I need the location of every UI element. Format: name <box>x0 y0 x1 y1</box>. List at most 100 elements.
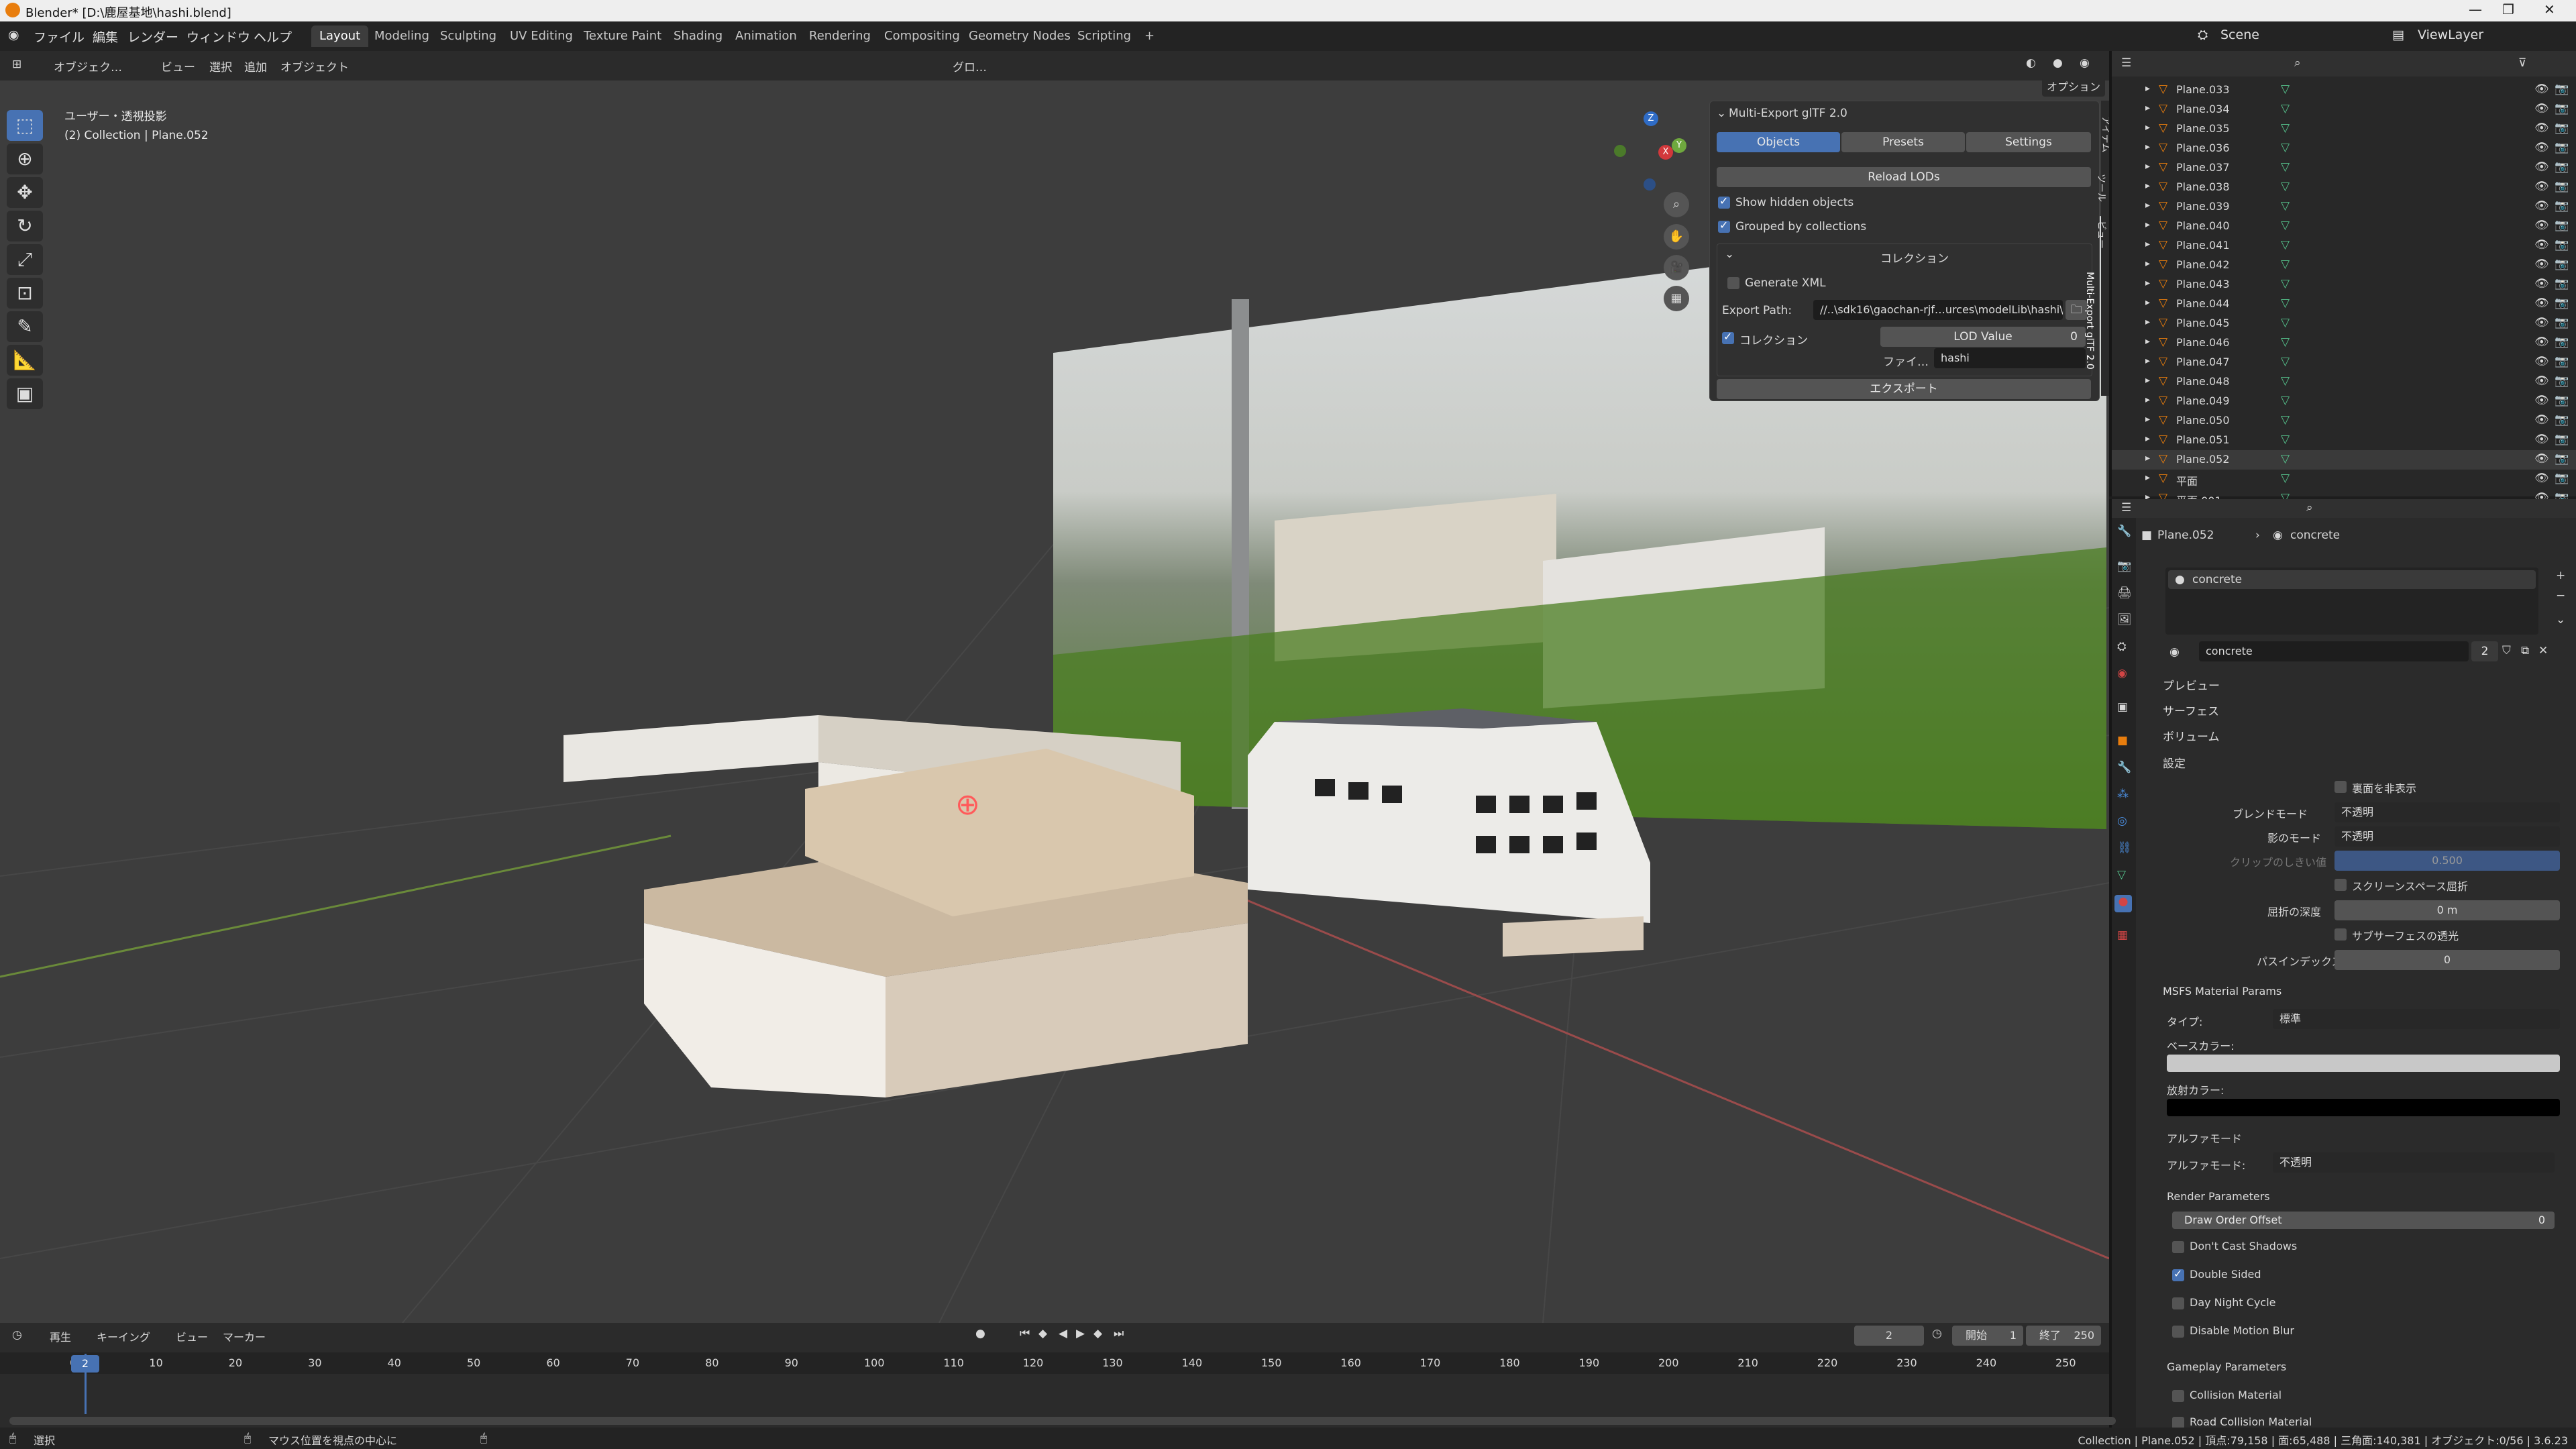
lod-value-field[interactable]: LOD Value 0 <box>1880 327 2086 347</box>
menu-select[interactable]: 選択 <box>209 58 232 74</box>
render-camera-icon[interactable]: 📷 <box>2555 102 2569 115</box>
section-volume[interactable]: ボリューム <box>2163 727 2220 744</box>
outliner-row[interactable]: ▸ ▽ Plane.050 ▽ 👁 📷 <box>2112 411 2576 431</box>
material-browse-icon[interactable]: ◉ <box>2169 645 2180 659</box>
outliner-row[interactable]: ▸ ▽ Plane.033 ▽ 👁 📷 <box>2112 80 2576 100</box>
annotate-icon[interactable]: ✎ <box>7 311 43 342</box>
outliner-row[interactable]: ▸ ▽ Plane.045 ▽ 👁 📷 <box>2112 314 2576 333</box>
outliner-search-icon[interactable]: ⌕ <box>2294 56 2301 70</box>
visibility-eye-icon[interactable]: 👁 <box>2534 355 2549 368</box>
prev-key-icon[interactable]: ◆ <box>1038 1327 1047 1340</box>
scale-icon[interactable]: ⤢ <box>7 244 43 275</box>
render-camera-icon[interactable]: 📷 <box>2555 374 2569 388</box>
export-path-input[interactable]: //..\sdk16\gaochan-rjf…urces\modelLib\ha… <box>1813 300 2063 320</box>
transform-orientation-selector[interactable]: グロ… <box>953 58 987 74</box>
visibility-eye-icon[interactable]: 👁 <box>2534 121 2549 135</box>
visibility-eye-icon[interactable]: 👁 <box>2534 199 2549 213</box>
expand-arrow-icon[interactable]: ▸ <box>2145 219 2150 230</box>
render-camera-icon[interactable]: 📷 <box>2555 238 2569 252</box>
expand-arrow-icon[interactable]: ▸ <box>2145 161 2150 172</box>
expand-arrow-icon[interactable]: ▸ <box>2145 103 2150 113</box>
visibility-eye-icon[interactable]: 👁 <box>2534 413 2549 427</box>
render-camera-icon[interactable]: 📷 <box>2555 180 2569 193</box>
select-box-icon[interactable]: ⬚ <box>7 110 43 141</box>
outliner-row[interactable]: ▸ ▽ Plane.047 ▽ 👁 📷 <box>2112 353 2576 372</box>
shading-render-icon[interactable]: ◉ <box>2080 56 2090 70</box>
data-tab-icon[interactable]: ▽ <box>2117 868 2126 881</box>
menu-help[interactable]: ヘルプ <box>254 28 292 46</box>
outliner-row[interactable]: ▸ ▽ Plane.041 ▽ 👁 📷 <box>2112 236 2576 256</box>
add-workspace-button[interactable]: + <box>1136 25 1163 47</box>
subsurface-checkbox[interactable] <box>2334 928 2347 941</box>
view-layer-selector[interactable]: ViewLayer <box>2418 28 2483 42</box>
tab-layout[interactable]: Layout <box>311 25 369 47</box>
emissive-color-swatch[interactable] <box>2167 1099 2560 1116</box>
render-camera-icon[interactable]: 📷 <box>2555 297 2569 310</box>
shadow-mode-select[interactable]: 不透明 <box>2334 826 2560 847</box>
texture-tab-icon[interactable]: ▦ <box>2117 928 2128 942</box>
playback-menu[interactable]: 再生 <box>50 1328 71 1344</box>
reload-lods-button[interactable]: Reload LODs <box>1717 167 2091 187</box>
render-camera-icon[interactable]: 📷 <box>2555 141 2569 154</box>
particles-tab-icon[interactable]: ⁂ <box>2117 788 2129 801</box>
visibility-eye-icon[interactable]: 👁 <box>2534 102 2549 115</box>
material-slot-row[interactable]: ● concrete <box>2168 570 2536 589</box>
output-tab-icon[interactable]: 🖨 <box>2117 586 2132 600</box>
scene-icon[interactable]: ⛭ <box>2198 28 2208 42</box>
duplicate-icon[interactable]: ⧉ <box>2521 644 2529 657</box>
play-reverse-icon[interactable]: ◀ <box>1059 1327 1067 1340</box>
visibility-eye-icon[interactable]: 👁 <box>2534 472 2549 485</box>
clip-threshold-field[interactable]: 0.500 <box>2334 851 2560 871</box>
unlink-icon[interactable]: ✕ <box>2538 644 2548 657</box>
tool-tab-icon[interactable]: 🔧 <box>2117 525 2131 538</box>
expand-arrow-icon[interactable]: ▸ <box>2145 278 2150 288</box>
modifier-tab-icon[interactable]: 🔧 <box>2117 761 2131 774</box>
gizmo-z-axis[interactable]: Z <box>1644 111 1658 126</box>
alpha-mode-select[interactable]: 不透明 <box>2273 1152 2555 1173</box>
collection-checkbox[interactable] <box>1722 330 1734 344</box>
expand-arrow-icon[interactable]: ▸ <box>2145 336 2150 347</box>
render-camera-icon[interactable]: 📷 <box>2555 394 2569 407</box>
render-camera-icon[interactable]: 📷 <box>2555 355 2569 368</box>
section-surface[interactable]: サーフェス <box>2163 702 2219 718</box>
editor-type-icon[interactable]: ⊞ <box>12 58 21 71</box>
outliner-row[interactable]: ▸ ▽ Plane.038 ▽ 👁 📷 <box>2112 178 2576 197</box>
outliner[interactable]: ☰ ⌕ ⊽ ▸ ▽ Plane.033 ▽ 👁 📷 ▸ ▽ Plane.034 ▽ 👁 📷 ▸ ▽ Plan… <box>2109 51 2576 507</box>
tab-compositing[interactable]: Compositing <box>876 25 968 47</box>
expand-arrow-icon[interactable]: ▸ <box>2145 394 2150 405</box>
tab-shading[interactable]: Shading <box>665 25 731 47</box>
panel-collapse-icon[interactable]: ⌄ <box>1717 107 1726 120</box>
render-camera-icon[interactable]: 📷 <box>2555 199 2569 213</box>
tab-settings[interactable]: Settings <box>1966 132 2091 152</box>
move-icon[interactable]: ✥ <box>7 177 43 208</box>
scene-tab-icon[interactable]: ⛭ <box>2117 640 2127 653</box>
minimize-button[interactable]: — <box>2469 1 2482 17</box>
pass-index-field[interactable]: 0 <box>2334 950 2560 970</box>
menu-edit[interactable]: 編集 <box>93 28 118 46</box>
visibility-eye-icon[interactable]: 👁 <box>2534 297 2549 310</box>
outliner-row[interactable]: ▸ ▽ Plane.048 ▽ 👁 📷 <box>2112 372 2576 392</box>
visibility-eye-icon[interactable]: 👁 <box>2534 180 2549 193</box>
render-tab-icon[interactable]: 📷 <box>2117 559 2131 573</box>
outliner-row[interactable]: ▸ ▽ Plane.039 ▽ 👁 📷 <box>2112 197 2576 217</box>
keying-menu[interactable]: キーイング <box>97 1328 150 1344</box>
start-frame-field[interactable]: 開始 1 <box>1952 1326 2023 1346</box>
close-button[interactable]: ✕ <box>2544 1 2555 17</box>
dont-cast-checkbox[interactable] <box>2172 1241 2184 1253</box>
visibility-eye-icon[interactable]: 👁 <box>2534 258 2549 271</box>
outliner-row[interactable]: ▸ ▽ Plane.042 ▽ 👁 📷 <box>2112 256 2576 275</box>
rotate-icon[interactable]: ↻ <box>7 211 43 241</box>
material-tab-icon[interactable]: ● <box>2114 895 2132 912</box>
marker-menu[interactable]: マーカー <box>223 1328 266 1344</box>
generate-xml-checkbox[interactable] <box>1727 277 1739 289</box>
menu-window[interactable]: ウィンドウ <box>186 28 250 46</box>
render-camera-icon[interactable]: 📷 <box>2555 219 2569 232</box>
collision-checkbox[interactable] <box>2172 1390 2184 1402</box>
world-tab-icon[interactable]: ◉ <box>2117 667 2127 680</box>
expand-arrow-icon[interactable]: ▸ <box>2145 453 2150 464</box>
expand-arrow-icon[interactable]: ▸ <box>2145 200 2150 211</box>
tab-objects[interactable]: Objects <box>1717 132 1840 152</box>
view-layer-tab-icon[interactable]: 🖼 <box>2117 613 2132 627</box>
pan-hand-icon[interactable]: ✋ <box>1664 224 1689 250</box>
double-sided-checkbox[interactable] <box>2172 1267 2184 1281</box>
